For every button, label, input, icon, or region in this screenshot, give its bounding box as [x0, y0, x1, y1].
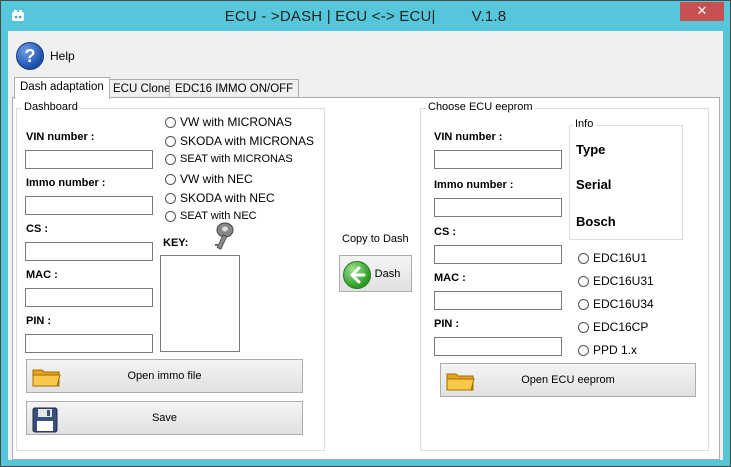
radio-label: SEAT with NEC	[180, 210, 257, 222]
ecu-cs-field[interactable]	[434, 245, 562, 264]
radio-dot	[578, 252, 589, 264]
key-box[interactable]	[160, 255, 240, 352]
info-group-title: Info	[573, 118, 596, 130]
app-window: ECU - >DASH | ECU <-> ECU| V.1.8 ✕ ? Help…	[0, 0, 731, 467]
ecu-group-title: Choose ECU eeprom	[426, 101, 535, 113]
radio-label: EDC16U34	[593, 297, 654, 311]
tab-edc16-immo[interactable]: EDC16 IMMO ON/OFF	[169, 79, 300, 98]
radio-skoda-micronas[interactable]: SKODA with MICRONAS	[165, 134, 314, 148]
dash-pin-label: PIN :	[26, 315, 52, 327]
close-icon: ✕	[696, 4, 708, 19]
key-label: KEY:	[163, 237, 189, 249]
open-ecu-eeprom-label: Open ECU eeprom	[521, 374, 615, 386]
dash-vin-label: VIN number :	[26, 131, 95, 143]
radio-label: VW with NEC	[180, 172, 253, 186]
dash-vin-field[interactable]	[25, 150, 153, 169]
ecu-group: Choose ECU eeprom VIN number : Immo numb…	[420, 101, 709, 451]
radio-seat-micronas[interactable]: SEAT with MICRONAS	[165, 153, 293, 165]
dashboard-group-title: Dashboard	[22, 101, 80, 113]
ecu-mac-field[interactable]	[434, 291, 562, 310]
dash-cs-field[interactable]	[25, 242, 153, 261]
open-ecu-eeprom-button[interactable]: Open ECU eeprom	[440, 363, 696, 397]
radio-dot	[578, 298, 589, 310]
dash-mac-field[interactable]	[25, 288, 153, 307]
info-serial-label: Serial	[576, 177, 612, 192]
dash-copy-button[interactable]: Dash	[339, 255, 412, 292]
radio-skoda-nec[interactable]: SKODA with NEC	[165, 191, 275, 205]
help-button[interactable]: ? Help	[16, 41, 75, 71]
client-area: ? Help Dash adaptation ECU Clone EDC16 I…	[8, 31, 723, 460]
ecu-mac-label: MAC :	[434, 272, 466, 284]
open-immo-file-label: Open immo file	[127, 370, 202, 382]
radio-ppd1x[interactable]: PPD 1.x	[578, 343, 637, 357]
ecu-pin-field[interactable]	[434, 337, 562, 356]
title-bar[interactable]: ECU - >DASH | ECU <-> ECU| V.1.8 ✕	[1, 1, 730, 31]
radio-seat-nec[interactable]: SEAT with NEC	[165, 210, 257, 222]
radio-edc16u34[interactable]: EDC16U34	[578, 297, 654, 311]
radio-vw-micronas[interactable]: VW with MICRONAS	[165, 115, 292, 129]
radio-dot	[165, 135, 176, 147]
radio-dot	[165, 116, 176, 128]
radio-label: SKODA with MICRONAS	[180, 134, 315, 148]
ecu-vin-field[interactable]	[434, 150, 562, 169]
radio-edc16u1[interactable]: EDC16U1	[578, 251, 647, 265]
version-text: V.1.8	[471, 8, 507, 25]
dash-mac-label: MAC :	[26, 269, 58, 281]
radio-label: SKODA with NEC	[180, 191, 275, 205]
radio-label: VW with MICRONAS	[180, 115, 293, 129]
info-bosch-label: Bosch	[576, 214, 616, 229]
ecu-immo-field[interactable]	[434, 198, 562, 217]
copy-to-dash-label: Copy to Dash	[342, 233, 409, 245]
save-button[interactable]: Save	[26, 401, 303, 435]
radio-label: EDC16U1	[593, 251, 648, 265]
radio-dot	[578, 321, 589, 333]
radio-edc16cp[interactable]: EDC16CP	[578, 320, 648, 334]
ecu-vin-label: VIN number :	[434, 131, 503, 143]
radio-label: SEAT with MICRONAS	[180, 153, 293, 165]
radio-label: EDC16CP	[593, 320, 649, 334]
radio-dot	[165, 153, 176, 165]
radio-dot	[578, 344, 589, 356]
radio-dot	[165, 173, 176, 185]
dash-immo-label: Immo number :	[26, 177, 106, 189]
dashboard-group: Dashboard VIN number : Immo number : CS …	[16, 101, 325, 451]
dash-pin-field[interactable]	[25, 334, 153, 353]
save-label: Save	[151, 412, 178, 424]
radio-label: PPD 1.x	[593, 343, 638, 357]
radio-vw-nec[interactable]: VW with NEC	[165, 172, 253, 186]
key-icon	[215, 222, 234, 250]
close-button[interactable]: ✕	[680, 2, 724, 21]
radio-dot	[165, 210, 176, 222]
info-type-label: Type	[576, 142, 606, 157]
help-icon: ?	[16, 42, 44, 70]
open-immo-file-button[interactable]: Open immo file	[26, 359, 303, 393]
info-group: Info Type Serial Bosch	[569, 118, 683, 240]
ecu-pin-label: PIN :	[434, 318, 460, 330]
tab-panel-dash-adaptation: Dashboard VIN number : Immo number : CS …	[12, 97, 720, 460]
tab-dash-adaptation[interactable]: Dash adaptation	[14, 77, 110, 99]
dash-cs-label: CS :	[26, 223, 48, 235]
window-title-text: ECU - >DASH | ECU <-> ECU|	[224, 8, 436, 25]
radio-dot	[578, 275, 589, 287]
window-title: ECU - >DASH | ECU <-> ECU| V.1.8	[1, 8, 730, 25]
tab-ecu-clone[interactable]: ECU Clone	[107, 79, 177, 98]
ecu-immo-label: Immo number :	[434, 179, 514, 191]
help-label: Help	[50, 49, 75, 63]
radio-dot	[165, 192, 176, 204]
ecu-cs-label: CS :	[434, 226, 456, 238]
dash-immo-field[interactable]	[25, 196, 153, 215]
dash-copy-label: Dash	[374, 267, 401, 280]
radio-label: EDC16U31	[593, 274, 654, 288]
radio-edc16u31[interactable]: EDC16U31	[578, 274, 654, 288]
